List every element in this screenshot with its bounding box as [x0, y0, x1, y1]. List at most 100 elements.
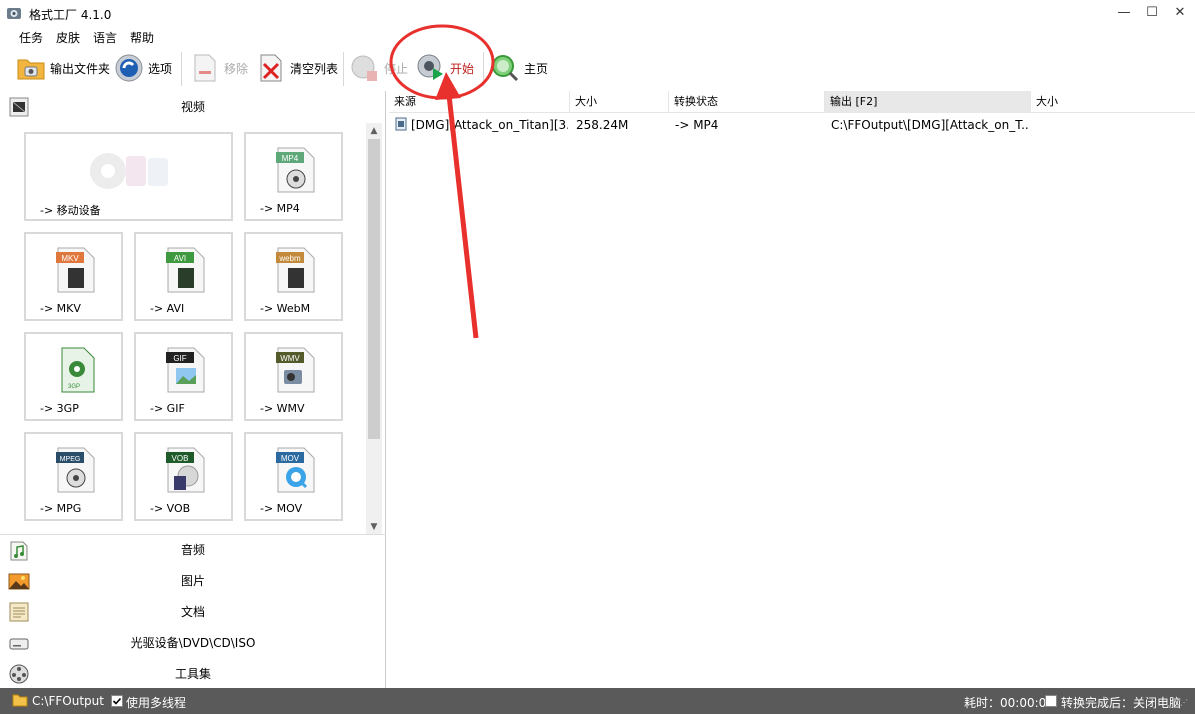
format-tile-label: -> MPG	[40, 502, 82, 515]
start-label: 开始	[450, 61, 475, 76]
category-tools-label: 工具集	[174, 666, 211, 681]
menu-help[interactable]: 帮助	[130, 29, 154, 46]
category-video-header[interactable]: 视频	[0, 91, 386, 121]
video-clapper-icon	[8, 96, 30, 118]
resize-grip-icon[interactable]: ⋰	[1180, 698, 1188, 707]
output-folder-button[interactable]: 输出文件夹	[16, 52, 110, 84]
format-tile-gif[interactable]: GIF -> GIF	[134, 332, 233, 421]
stop-label: 停止	[384, 61, 409, 76]
output-folder-status-icon[interactable]	[12, 693, 28, 710]
format-tile-vob[interactable]: VOB -> VOB	[134, 432, 233, 521]
format-tile-label: -> GIF	[150, 402, 185, 415]
column-status[interactable]: 转换状态	[669, 91, 825, 113]
format-badge: webm	[278, 254, 301, 263]
options-button[interactable]: 选项	[114, 52, 172, 84]
remove-doc-icon	[190, 53, 220, 83]
category-disc-header[interactable]: 光驱设备\DVD\CD\ISO	[0, 627, 386, 657]
clear-list-icon	[256, 53, 286, 83]
format-tile-mpg[interactable]: MPEG -> MPG	[24, 432, 123, 521]
toolbar-separator	[181, 52, 182, 86]
remove-button[interactable]: 移除	[190, 52, 248, 84]
format-badge: MP4	[282, 154, 299, 163]
maximize-button[interactable]: ☐	[1137, 0, 1167, 26]
output-path[interactable]: C:\FFOutput	[32, 694, 104, 708]
category-disc-label: 光驱设备\DVD\CD\ISO	[130, 635, 256, 650]
scroll-down-arrow-icon[interactable]: ▼	[366, 519, 382, 535]
tools-reel-icon	[8, 663, 30, 685]
clear-list-label: 清空列表	[290, 61, 339, 76]
format-badge: 3GP	[68, 384, 80, 390]
category-audio-header[interactable]: 音频	[0, 534, 386, 564]
menu-skin[interactable]: 皮肤	[56, 29, 80, 46]
scroll-up-arrow-icon[interactable]: ▲	[366, 123, 382, 139]
category-image-header[interactable]: 图片	[0, 565, 386, 595]
wmv-file-icon: WMV	[274, 346, 318, 394]
format-badge: AVI	[174, 254, 186, 263]
title-bar: 格式工厂 4.1.0 — ☐ ✕	[0, 0, 1195, 26]
minimize-button[interactable]: —	[1109, 0, 1139, 26]
column-output[interactable]: 输出 [F2]	[825, 91, 1031, 113]
category-document-header[interactable]: 文档	[0, 596, 386, 626]
task-size: 258.24M	[576, 118, 629, 132]
format-badge: MOV	[281, 454, 300, 463]
format-factory-logo-icon	[7, 8, 21, 19]
folder-icon	[16, 53, 46, 83]
task-source: [DMG][Attack_on_Titan][3...	[411, 118, 568, 132]
clear-list-button[interactable]: 清空列表	[256, 52, 338, 84]
table-row[interactable]: [DMG][Attack_on_Titan][3... 258.24M -> M…	[389, 115, 1195, 135]
task-status: -> MP4	[675, 118, 719, 132]
toolbar-separator	[483, 52, 484, 86]
category-scrollbar[interactable]: ▲ ▼	[366, 123, 382, 535]
3gp-file-icon: 3GP	[54, 346, 98, 394]
avi-file-icon: AVI	[164, 246, 208, 294]
format-tile-label: -> AVI	[150, 302, 185, 315]
options-label: 选项	[148, 61, 173, 76]
mov-file-icon: MOV	[274, 446, 318, 494]
mobile-device-icon	[86, 146, 176, 194]
format-tile-label: -> 移动设备	[40, 204, 101, 217]
window-title: 格式工厂 4.1.0	[29, 8, 112, 22]
multithread-checkbox[interactable]	[111, 695, 123, 707]
column-source[interactable]: 来源	[389, 91, 570, 113]
category-video-label: 视频	[180, 99, 205, 114]
format-badge: MKV	[61, 254, 79, 263]
format-tile-mov[interactable]: MOV -> MOV	[244, 432, 343, 521]
video-format-grid: -> 移动设备 MP4 -> MP4 MKV -> MKV AVI -> AVI…	[0, 123, 365, 535]
format-tile-mp4[interactable]: MP4 -> MP4	[244, 132, 343, 221]
stop-button[interactable]: 停止	[350, 52, 408, 84]
format-tile-wmv[interactable]: WMV -> WMV	[244, 332, 343, 421]
task-output-size	[1037, 115, 1187, 135]
menu-task[interactable]: 任务	[19, 29, 43, 46]
format-tile-label: -> MOV	[260, 502, 303, 515]
after-convert-label: 转换完成后：关闭电脑	[1061, 696, 1182, 710]
video-file-icon	[395, 117, 411, 137]
after-convert-checkbox[interactable]	[1045, 695, 1057, 707]
options-gear-icon	[114, 53, 144, 83]
task-output: C:\FFOutput\[DMG][Attack_on_T...	[831, 118, 1029, 132]
format-tile-3gp[interactable]: 3GP -> 3GP	[24, 332, 123, 421]
remove-label: 移除	[224, 61, 249, 76]
format-tile-avi[interactable]: AVI -> AVI	[134, 232, 233, 321]
category-panel: 视频 -> 移动设备 MP4 -> MP4 MKV -> MKV AVI -> …	[0, 91, 386, 688]
disc-drive-icon	[8, 632, 30, 654]
start-button[interactable]: 开始	[416, 52, 474, 84]
category-tools-header[interactable]: 工具集	[0, 658, 386, 688]
scrollbar-thumb[interactable]	[368, 139, 380, 439]
close-button[interactable]: ✕	[1165, 0, 1195, 26]
column-size[interactable]: 大小	[570, 91, 669, 113]
format-tile-webm[interactable]: webm -> WebM	[244, 232, 343, 321]
format-tile-mobile[interactable]: -> 移动设备	[24, 132, 233, 221]
home-button[interactable]: 主页	[490, 52, 548, 84]
home-label: 主页	[524, 61, 549, 76]
format-tile-label: -> MP4	[260, 202, 300, 215]
vob-file-icon: VOB	[164, 446, 208, 494]
mpeg-file-icon: MPEG	[54, 446, 98, 494]
output-folder-label: 输出文件夹	[50, 61, 111, 76]
mkv-file-icon: MKV	[54, 246, 98, 294]
format-tile-label: -> WMV	[260, 402, 305, 415]
category-audio-label: 音频	[180, 543, 205, 557]
document-icon	[8, 601, 30, 623]
menu-language[interactable]: 语言	[93, 29, 117, 46]
format-tile-mkv[interactable]: MKV -> MKV	[24, 232, 123, 321]
column-output-size[interactable]: 大小	[1031, 91, 1195, 113]
